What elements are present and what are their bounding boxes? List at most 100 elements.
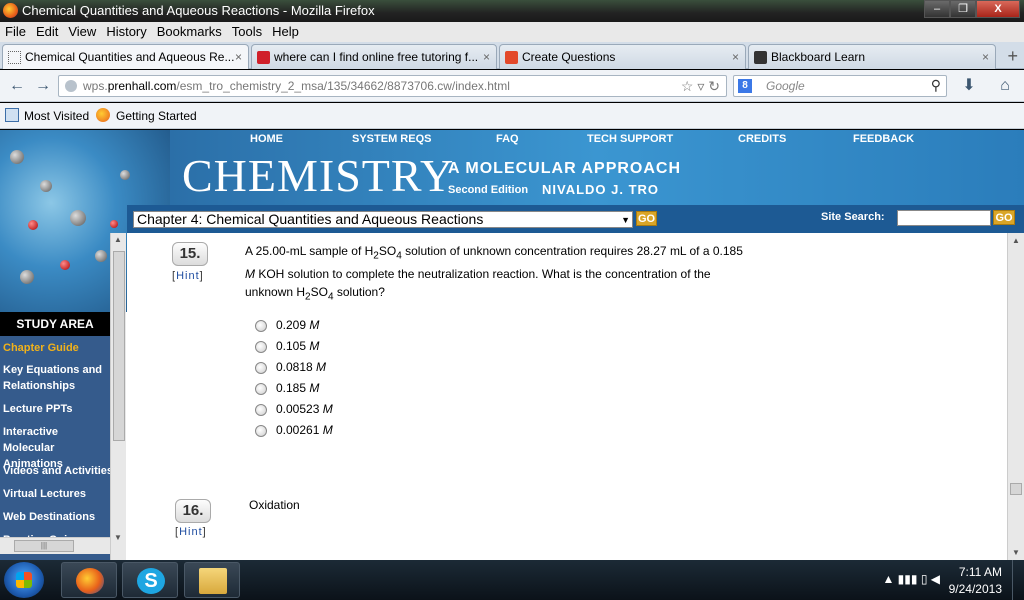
most-visited-icon — [5, 108, 19, 122]
scroll-down-icon[interactable]: ▼ — [114, 533, 122, 542]
search-icon[interactable]: ⚲ — [931, 77, 941, 94]
sidebar-item-web-destinations[interactable]: Web Destinations — [3, 509, 110, 525]
tab-chemical-quantities[interactable]: Chemical Quantities and Aqueous Re... × — [2, 44, 249, 69]
question-text-part: solution? — [333, 285, 385, 300]
url-prefix: wps. — [83, 79, 108, 93]
answer-value: 0.209 — [276, 318, 307, 332]
sidebar-item-key-equations[interactable]: Key Equations and Relationships — [3, 362, 110, 394]
tray-icons[interactable]: ▲ ▮▮▮ ▯ ◀ — [882, 572, 940, 586]
tab-close-icon[interactable]: × — [483, 50, 490, 64]
site-top-nav: HOME SYSTEM REQS FAQ TECH SUPPORT CREDIT… — [170, 133, 1024, 149]
nav-system-reqs-link[interactable]: SYSTEM REQS — [352, 133, 431, 145]
scrollbar-thumb[interactable] — [1010, 483, 1022, 495]
navigation-bar: ← → wps.prenhall.com/esm_tro_chemistry_2… — [0, 70, 1024, 102]
sidebar-item-virtual-lectures[interactable]: Virtual Lectures — [3, 486, 110, 502]
tab-close-icon[interactable]: × — [982, 50, 989, 64]
window-controls: – ❐ X — [924, 0, 1020, 18]
menu-bookmarks[interactable]: Bookmarks — [152, 22, 227, 42]
atom-shape — [70, 210, 86, 226]
site-search-input[interactable] — [897, 210, 991, 226]
maximize-button[interactable]: ❐ — [950, 0, 976, 18]
sidebar-scrollbar[interactable]: ▲ ▼ — [110, 233, 126, 560]
url-bar[interactable]: wps.prenhall.com/esm_tro_chemistry_2_msa… — [58, 75, 727, 97]
forward-button[interactable]: → — [32, 75, 54, 97]
page-scrollbar[interactable]: ▲ ▼ — [1007, 233, 1024, 560]
menu-history[interactable]: History — [101, 22, 151, 42]
atom-shape — [28, 220, 38, 230]
chapter-go-button[interactable]: GO — [636, 211, 657, 226]
menu-tools[interactable]: Tools — [227, 22, 267, 42]
close-button[interactable]: X — [976, 0, 1020, 18]
atom-shape — [40, 180, 52, 192]
firefox-icon — [76, 568, 104, 594]
radio-button[interactable] — [255, 404, 267, 416]
google-icon[interactable]: 8 — [738, 79, 752, 93]
search-input[interactable]: 8 Google ⚲ — [733, 75, 947, 97]
url-action-icons[interactable]: ☆ ▿ ↻ — [681, 78, 720, 95]
window-title: Chemical Quantities and Aqueous Reaction… — [22, 3, 375, 18]
tab-label: Create Questions — [522, 50, 616, 64]
chapter-select[interactable]: Chapter 4: Chemical Quantities and Aqueo… — [133, 211, 633, 228]
radio-button[interactable] — [255, 362, 267, 374]
search-placeholder: Google — [766, 79, 805, 93]
home-icon[interactable]: ⌂ — [994, 75, 1016, 97]
download-icon[interactable]: ⬇ — [958, 75, 980, 97]
tab-close-icon[interactable]: × — [235, 50, 242, 64]
sidebar-item-chapter-guide[interactable]: Chapter Guide — [3, 340, 110, 356]
hint-link[interactable]: [Hint] — [175, 526, 207, 538]
back-button[interactable]: ← — [6, 75, 28, 97]
nav-tech-support-link[interactable]: TECH SUPPORT — [587, 133, 673, 145]
menu-view[interactable]: View — [63, 22, 101, 42]
sidebar-horizontal-scrollbar[interactable]: ||| — [0, 537, 110, 554]
scrollbar-thumb[interactable]: ||| — [14, 540, 74, 552]
radio-button[interactable] — [255, 341, 267, 353]
radio-button[interactable] — [255, 425, 267, 437]
site-brand: CHEMISTRY — [182, 150, 455, 201]
minimize-button[interactable]: – — [924, 0, 950, 18]
tab-create-questions[interactable]: Create Questions × — [499, 44, 746, 69]
bookmarks-bar: Most Visited Getting Started — [0, 103, 1024, 129]
hint-label[interactable]: Hint — [176, 270, 200, 282]
nav-home-link[interactable]: HOME — [250, 133, 283, 145]
scroll-up-icon[interactable]: ▲ — [1012, 236, 1020, 245]
answer-label: 0.00261 M — [276, 423, 333, 437]
radio-button[interactable] — [255, 320, 267, 332]
start-button[interactable] — [4, 562, 44, 598]
nav-credits-link[interactable]: CREDITS — [738, 133, 786, 145]
sidebar-item-videos[interactable]: Videos and Activities — [3, 463, 110, 479]
clock-date[interactable]: 9/24/2013 — [949, 582, 1002, 596]
scroll-up-icon[interactable]: ▲ — [114, 235, 122, 244]
menu-file[interactable]: File — [0, 22, 31, 42]
nav-feedback-link[interactable]: FEEDBACK — [853, 133, 914, 145]
scrollbar-thumb[interactable] — [113, 251, 125, 441]
taskbar-firefox[interactable] — [61, 562, 117, 598]
tab-tutoring[interactable]: where can I find online free tutoring f.… — [251, 44, 497, 69]
menu-edit[interactable]: Edit — [31, 22, 63, 42]
tab-close-icon[interactable]: × — [732, 50, 739, 64]
clock-time[interactable]: 7:11 AM — [959, 565, 1002, 579]
menu-bar: File Edit View History Bookmarks Tools H… — [0, 22, 1024, 42]
answer-value: 0.00261 — [276, 423, 320, 437]
new-tab-button[interactable]: + — [1007, 46, 1018, 67]
web-page: HOME SYSTEM REQS FAQ TECH SUPPORT CREDIT… — [0, 130, 1024, 560]
nav-faq-link[interactable]: FAQ — [496, 133, 519, 145]
hint-link[interactable]: [Hint] — [172, 270, 204, 282]
radio-button[interactable] — [255, 383, 267, 395]
menu-help[interactable]: Help — [267, 22, 304, 42]
answer-unit: M — [309, 381, 320, 395]
taskbar-skype[interactable]: S — [122, 562, 178, 598]
taskbar-explorer[interactable] — [184, 562, 240, 598]
answer-label: 0.185 M — [276, 381, 319, 395]
hint-label[interactable]: Hint — [179, 526, 203, 538]
scroll-down-icon[interactable]: ▼ — [1012, 548, 1020, 557]
sidebar-item-lecture-ppts[interactable]: Lecture PPTs — [3, 401, 110, 417]
bookmark-getting-started[interactable]: Getting Started — [116, 109, 197, 123]
blackboard-icon — [754, 51, 767, 64]
site-search-go-button[interactable]: GO — [993, 210, 1015, 225]
show-desktop-button[interactable] — [1012, 560, 1024, 600]
site-search-label: Site Search: — [821, 211, 885, 223]
answer-label: 0.209 M — [276, 318, 319, 332]
answer-value: 0.185 — [276, 381, 307, 395]
bookmark-most-visited[interactable]: Most Visited — [24, 109, 89, 123]
tab-blackboard[interactable]: Blackboard Learn × — [748, 44, 996, 69]
